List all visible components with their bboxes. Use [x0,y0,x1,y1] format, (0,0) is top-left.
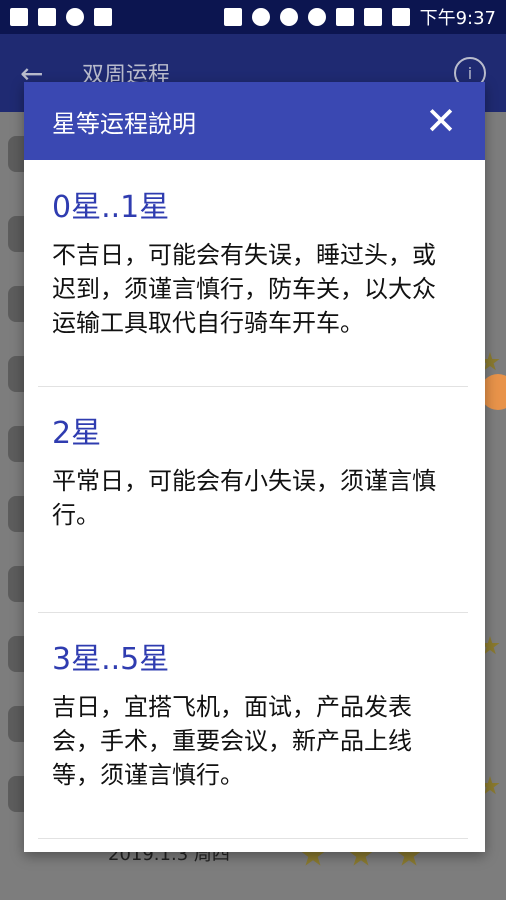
section-body: 吉日，宜搭飞机，面试，产品发表会，手术，重要会议，新产品上线等，须谨言慎行。 [52,693,412,789]
status-right-icons: 下午9:37 [223,4,496,30]
status-time: 下午9:37 [419,8,496,29]
battery-icon [391,8,410,26]
cast-icon [223,8,242,26]
section-body: 不吉日，可能会有失误，睡过头，或迟到，须谨言慎行，防车关，以大众运输工具取代自行… [52,241,436,337]
section-3-5-star: 3星..5星 吉日，宜搭飞机，面试，产品发表会，手术，重要会议，新产品上线等，须… [38,634,468,792]
section-0-1-star: 0星..1星 不吉日，可能会有失误，睡过头，或迟到，须谨言慎行，防车关，以大众运… [38,182,468,340]
bluetooth-icon [251,8,270,26]
status-bar: 下午9:37 [0,0,506,34]
section-title: 3星..5星 [52,642,170,677]
section-title: 0星..1星 [52,190,170,225]
section-2-star: 2星 平常日，可能会有小失误，须谨言慎行。 [38,408,468,532]
dnd-icon [279,8,298,26]
divider [38,612,468,613]
star-rating-explanation-dialog: 星等运程說明 ✕ 0星..1星 不吉日，可能会有失误，睡过头，或迟到，须谨言慎行… [24,82,485,852]
image-icon [94,8,112,26]
video-icon [38,8,56,26]
section-body: 平常日，可能会有小失误，须谨言慎行。 [52,467,436,529]
divider [38,838,468,839]
close-icon[interactable]: ✕ [425,102,457,140]
alarm-icon [66,8,84,26]
alarm-clock-icon [307,8,326,26]
divider [38,386,468,387]
dialog-header: 星等运程說明 ✕ [24,82,485,160]
section-title: 2星 [52,416,102,451]
signal-icon [363,8,382,26]
wifi-icon [335,8,354,26]
dialog-title: 星等运程說明 [52,109,196,138]
status-left-icons [10,8,112,26]
facebook-icon [10,8,28,26]
